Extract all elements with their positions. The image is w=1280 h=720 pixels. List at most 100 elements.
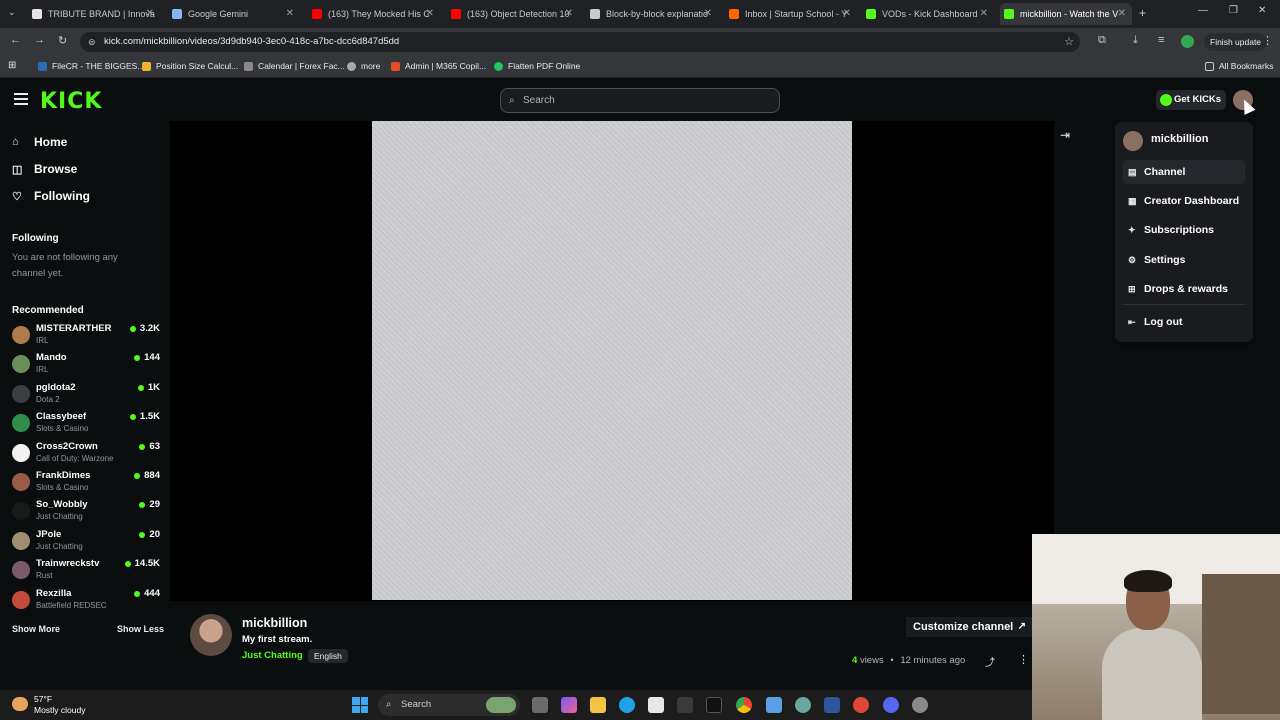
chrome-icon[interactable] — [736, 697, 752, 713]
menu-item-log-out[interactable]: ⇤ Log out — [1123, 310, 1245, 334]
minimize-icon[interactable]: — — [1198, 5, 1208, 16]
browser-tab[interactable]: Inbox | Startup School - Y ✕ — [725, 3, 857, 25]
notepad-icon[interactable] — [766, 697, 782, 713]
show-less-button[interactable]: Show Less — [117, 624, 164, 634]
more-options-icon[interactable]: ⋮ — [1018, 653, 1029, 666]
back-icon[interactable]: ← — [10, 34, 21, 46]
customize-channel-button[interactable]: Customize channel ↗ — [906, 617, 1032, 637]
bookmark-item[interactable]: more — [347, 61, 380, 71]
bookmark-star-icon[interactable]: ☆ — [1064, 32, 1074, 52]
dropdown-username[interactable]: mickbillion — [1151, 133, 1208, 145]
video-player[interactable] — [170, 121, 1054, 601]
copilot-icon[interactable] — [561, 697, 577, 713]
recommended-channel[interactable]: Rexzilla Battlefield REDSEC 444 — [12, 588, 160, 616]
menu-item-drops-rewards[interactable]: ⊞ Drops & rewards — [1123, 277, 1245, 301]
recorder-icon[interactable] — [853, 697, 869, 713]
recommended-channel[interactable]: So_Wobbly Just Chatting 29 — [12, 499, 160, 527]
download-icon[interactable]: ⤓ — [1133, 34, 1138, 47]
chrome-menu-icon[interactable]: ⋮ — [1262, 34, 1273, 47]
dropdown-avatar — [1123, 131, 1143, 151]
bookmark-item[interactable]: FileCR - THE BIGGES... — [38, 61, 144, 71]
language-tag[interactable]: English — [308, 649, 348, 663]
site-info-icon[interactable]: ⊜ — [88, 32, 96, 52]
media-control-icon[interactable]: ≡ — [1158, 34, 1164, 46]
get-kicks-button[interactable]: Get KICKs — [1156, 90, 1226, 110]
new-tab-icon[interactable]: + — [1139, 6, 1146, 20]
weather-description[interactable]: Mostly cloudy — [34, 705, 86, 715]
close-icon[interactable]: ✕ — [146, 8, 154, 19]
app-icon[interactable] — [912, 697, 928, 713]
recommended-channel[interactable]: FrankDimes Slots & Casino 884 — [12, 470, 160, 498]
menu-icon[interactable] — [14, 93, 28, 105]
recommended-channel[interactable]: Cross2Crown Call of Duty: Warzone 63 — [12, 441, 160, 469]
browser-tab[interactable]: TRIBUTE BRAND | Innova ✕ — [28, 3, 160, 25]
profile-icon[interactable] — [1181, 35, 1194, 48]
tradingview-icon[interactable] — [706, 697, 722, 713]
tab-favicon-icon — [1004, 9, 1014, 19]
show-more-button[interactable]: Show More — [12, 624, 60, 634]
browser-tab-active[interactable]: mickbillion - Watch the V ✕ — [1000, 3, 1132, 25]
app-icon[interactable] — [795, 697, 811, 713]
start-button[interactable] — [352, 697, 368, 713]
all-bookmarks-button[interactable]: All Bookmarks — [1205, 61, 1273, 71]
discord-icon[interactable] — [883, 697, 899, 713]
reload-icon[interactable]: ↻ — [58, 34, 67, 47]
recommended-channel[interactable]: JPole Just Chatting 20 — [12, 529, 160, 557]
extensions-icon[interactable]: ⧉ — [1098, 34, 1106, 47]
store-icon[interactable] — [648, 697, 664, 713]
browser-tab[interactable]: VODs - Kick Dashboard ✕ — [862, 3, 994, 25]
word-icon[interactable] — [824, 697, 840, 713]
bookmark-item[interactable]: Calendar | Forex Fac... — [244, 61, 345, 71]
category-link[interactable]: Just Chatting — [242, 650, 303, 661]
task-view-icon[interactable] — [532, 697, 548, 713]
search-input[interactable]: ⌕ Search — [500, 88, 780, 113]
browser-tab[interactable]: (163) They Mocked His C ✕ — [308, 3, 440, 25]
file-explorer-icon[interactable] — [590, 697, 606, 713]
restore-icon[interactable]: ❐ — [1229, 5, 1238, 16]
recommended-channel[interactable]: Mando IRL 144 — [12, 352, 160, 380]
channel-avatar[interactable] — [190, 614, 232, 656]
sidebar-item-following[interactable]: ♡ Following — [12, 189, 90, 203]
browser-tab[interactable]: Google Gemini ✕ — [168, 3, 300, 25]
forward-icon[interactable]: → — [34, 34, 45, 46]
weather-temperature[interactable]: 57°F — [34, 694, 52, 704]
close-icon[interactable]: ✕ — [426, 8, 434, 19]
channel-name[interactable]: mickbillion — [242, 616, 307, 630]
taskbar-search[interactable]: ⌕ Search — [378, 694, 520, 716]
sidebar-item-browse[interactable]: ◫ Browse — [12, 162, 77, 176]
expand-chat-icon[interactable]: ⇥ — [1060, 128, 1070, 142]
close-icon[interactable]: ✕ — [843, 8, 851, 19]
video-frame[interactable] — [372, 121, 852, 600]
tab-favicon-icon — [312, 9, 322, 19]
share-icon[interactable]: ⤴ — [985, 654, 995, 669]
bookmark-item[interactable]: Admin | M365 Copil... — [391, 61, 486, 71]
recommended-channel[interactable]: MISTERARTHER IRL 3.2K — [12, 323, 160, 351]
browser-tab[interactable]: (163) Object Detection 10 ✕ — [447, 3, 579, 25]
recommended-channel[interactable]: Trainwreckstv Rust 14.5K — [12, 558, 160, 586]
weather-icon[interactable] — [12, 697, 28, 711]
close-icon[interactable]: ✕ — [1118, 8, 1126, 19]
recommended-channel[interactable]: pgldota2 Dota 2 1K — [12, 382, 160, 410]
browser-tab[interactable]: Block-by-block explanatio ✕ — [586, 3, 718, 25]
apps-grid-icon[interactable]: ⊞ — [8, 60, 16, 71]
tab-search-button[interactable]: ⌄ — [8, 7, 16, 18]
kick-logo[interactable]: KICK — [40, 89, 102, 114]
close-icon[interactable]: ✕ — [565, 8, 573, 19]
menu-item-settings[interactable]: ⚙ Settings — [1123, 248, 1245, 272]
close-icon[interactable]: ✕ — [286, 8, 294, 19]
address-bar[interactable]: ⊜ kick.com/mickbillion/videos/3d9db940-3… — [80, 32, 1080, 52]
menu-item-creator-dashboard[interactable]: ▦ Creator Dashboard — [1123, 189, 1245, 213]
menu-item-subscriptions[interactable]: ✦ Subscriptions — [1123, 218, 1245, 242]
close-icon[interactable]: ✕ — [980, 8, 988, 19]
menu-item-channel[interactable]: ▤ Channel — [1123, 160, 1245, 184]
recommended-channel[interactable]: Classybeef Slots & Casino 1.5K — [12, 411, 160, 439]
bookmark-item[interactable]: Position Size Calcul... — [142, 61, 238, 71]
edge-icon[interactable] — [619, 697, 635, 713]
finish-update-button[interactable]: Finish update — [1204, 33, 1268, 51]
channel-avatar — [12, 473, 30, 491]
bookmark-item[interactable]: Flatten PDF Online — [494, 61, 580, 71]
sidebar-item-home[interactable]: ⌂ Home — [12, 135, 67, 149]
window-close-icon[interactable]: ✕ — [1258, 5, 1266, 16]
close-icon[interactable]: ✕ — [704, 8, 712, 19]
app-icon[interactable] — [677, 697, 693, 713]
